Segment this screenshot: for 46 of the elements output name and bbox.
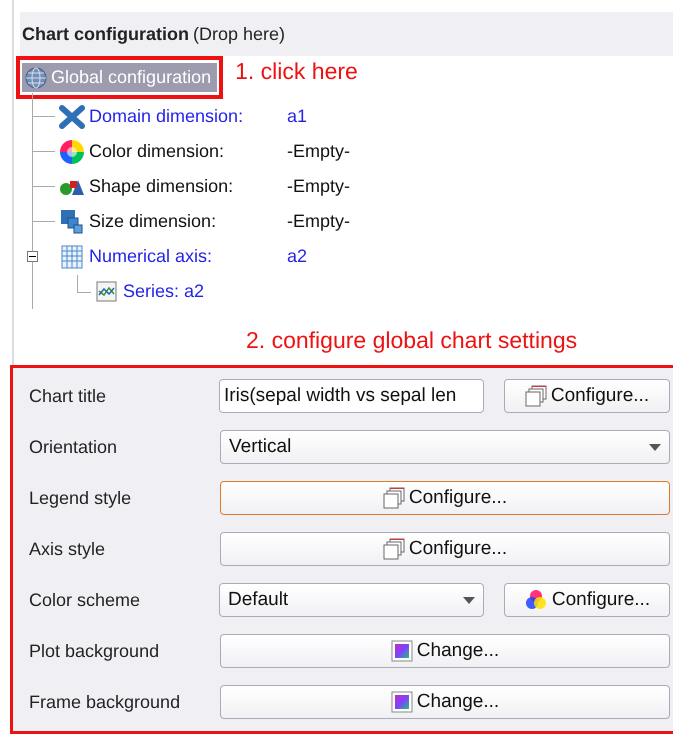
- tree-item-value: -Empty-: [287, 140, 350, 163]
- window-icon: [524, 385, 547, 407]
- setting-label: Legend style: [29, 486, 132, 510]
- tree-item-value: a1: [287, 105, 308, 128]
- tree-item-value: -Empty-: [287, 175, 350, 198]
- tree-item-label[interactable]: Color dimension:: [89, 138, 287, 165]
- collapse-toggle[interactable]: [27, 251, 38, 262]
- globe-icon: [25, 66, 47, 88]
- grid-icon: [61, 244, 83, 268]
- setting-label: Frame background: [29, 690, 182, 714]
- wide-button[interactable]: Change...: [220, 685, 670, 719]
- setting-label: Orientation: [29, 436, 118, 458]
- cross-icon: [59, 104, 85, 128]
- tree-item-label[interactable]: Domain dimension:: [89, 103, 287, 130]
- setting-label: Axis style: [29, 538, 106, 561]
- tree-item-label[interactable]: Size dimension:: [89, 208, 287, 235]
- wide-button[interactable]: Change...: [220, 634, 670, 668]
- window-icon: [382, 538, 405, 560]
- text-field[interactable]: Iris(sepal width vs sepal len: [219, 379, 484, 413]
- dropdown-arrow-icon: [463, 596, 475, 604]
- window-icon: [382, 487, 405, 509]
- gradient-square-icon: [390, 691, 413, 713]
- tree-item-label[interactable]: Numerical axis:: [89, 243, 287, 270]
- header-title: Chart configuration: [22, 22, 189, 46]
- configure-button[interactable]: Configure...: [504, 583, 670, 617]
- setting-label: Color scheme: [29, 588, 142, 612]
- color-circles-icon: [524, 588, 548, 612]
- tree-item-value: a2: [287, 245, 308, 268]
- dropdown[interactable]: Vertical: [220, 430, 670, 464]
- color-wheel-icon: [59, 138, 85, 164]
- squares-icon: [60, 208, 84, 234]
- setting-label: Plot background: [29, 640, 160, 663]
- setting-label: Chart title: [29, 384, 108, 408]
- annotation-text: 1. click here: [235, 57, 358, 86]
- tree-item-value: -Empty-: [287, 210, 350, 233]
- tree-item-label[interactable]: Shape dimension:: [89, 173, 287, 200]
- wide-button[interactable]: Configure...: [220, 532, 670, 566]
- gradient-square-icon: [390, 640, 413, 662]
- annotation-text: 2. configure global chart settings: [246, 326, 578, 355]
- line-chart-icon: [96, 280, 118, 302]
- dropdown-arrow-icon: [649, 444, 661, 450]
- wide-button[interactable]: Configure...: [220, 481, 670, 515]
- tree-item-label[interactable]: Series: a2: [123, 278, 204, 305]
- header-hint: (Drop here): [193, 22, 286, 46]
- dropdown[interactable]: Default: [219, 583, 484, 617]
- configure-button[interactable]: Configure...: [504, 379, 670, 413]
